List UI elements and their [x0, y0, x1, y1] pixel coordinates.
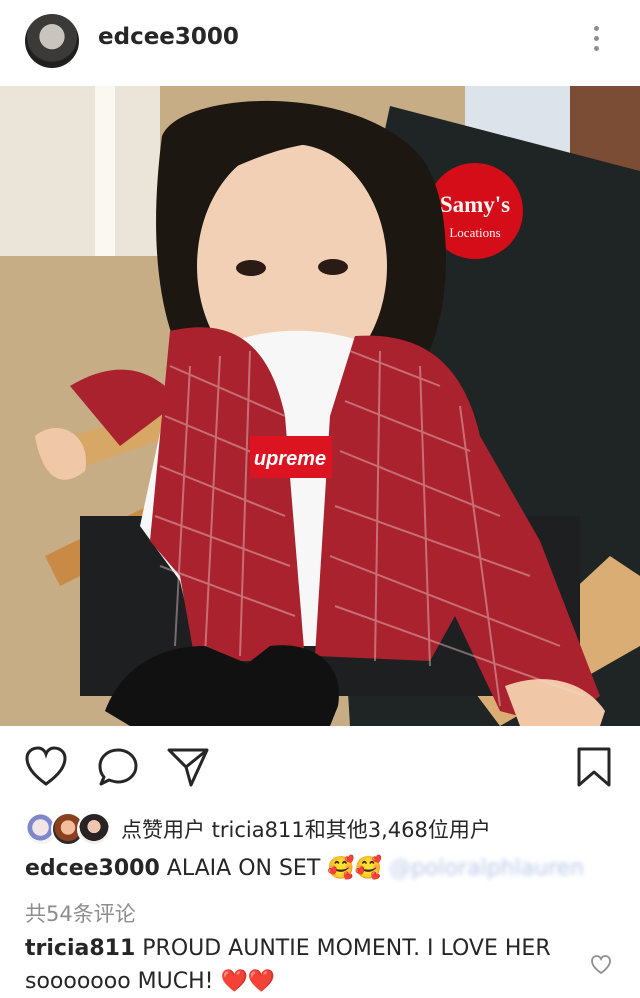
liker-avatar[interactable]: [77, 812, 111, 846]
comment-emojis: ❤️❤️: [220, 969, 276, 994]
caption-text: ALAIA ON SET: [166, 856, 321, 881]
post-header: edcee3000: [0, 0, 640, 86]
caption-emojis: 🥰🥰: [327, 856, 383, 881]
caption-username[interactable]: edcee3000: [25, 856, 160, 881]
like-button[interactable]: [24, 746, 68, 788]
share-button[interactable]: [166, 746, 210, 788]
share-icon[interactable]: [166, 746, 210, 788]
post-photo[interactable]: Samy's Locations upreme: [0, 86, 640, 726]
post-photo-illustration: Samy's Locations upreme: [0, 86, 640, 726]
likes-summary[interactable]: 点赞用户 tricia811和其他3,468位用户: [25, 812, 491, 846]
save-button[interactable]: [575, 746, 613, 788]
avatar[interactable]: [25, 14, 79, 68]
like-icon[interactable]: [24, 746, 68, 788]
comment-icon[interactable]: [96, 746, 140, 788]
shirt-text: upreme: [254, 448, 326, 470]
save-icon[interactable]: [575, 746, 613, 788]
caption-mention[interactable]: @poloralphlauren: [389, 856, 584, 881]
more-icon[interactable]: [584, 26, 608, 56]
comment-username[interactable]: tricia811: [25, 936, 135, 961]
sign-subtext: Locations: [449, 225, 500, 240]
post-caption: edcee3000 ALAIA ON SET 🥰🥰 @poloralphlaur…: [25, 856, 584, 881]
post-username[interactable]: edcee3000: [98, 24, 239, 50]
likes-text[interactable]: 点赞用户 tricia811和其他3,468位用户: [121, 814, 491, 844]
sign-text: Samy's: [440, 192, 510, 217]
comment-like-icon[interactable]: [590, 955, 612, 975]
comment-like-button[interactable]: [590, 955, 612, 979]
comment-button[interactable]: [96, 746, 140, 788]
view-all-comments-link[interactable]: 共54条评论: [25, 898, 136, 928]
comment-row: tricia811 PROUD AUNTIE MOMENT. I LOVE HE…: [25, 932, 565, 998]
